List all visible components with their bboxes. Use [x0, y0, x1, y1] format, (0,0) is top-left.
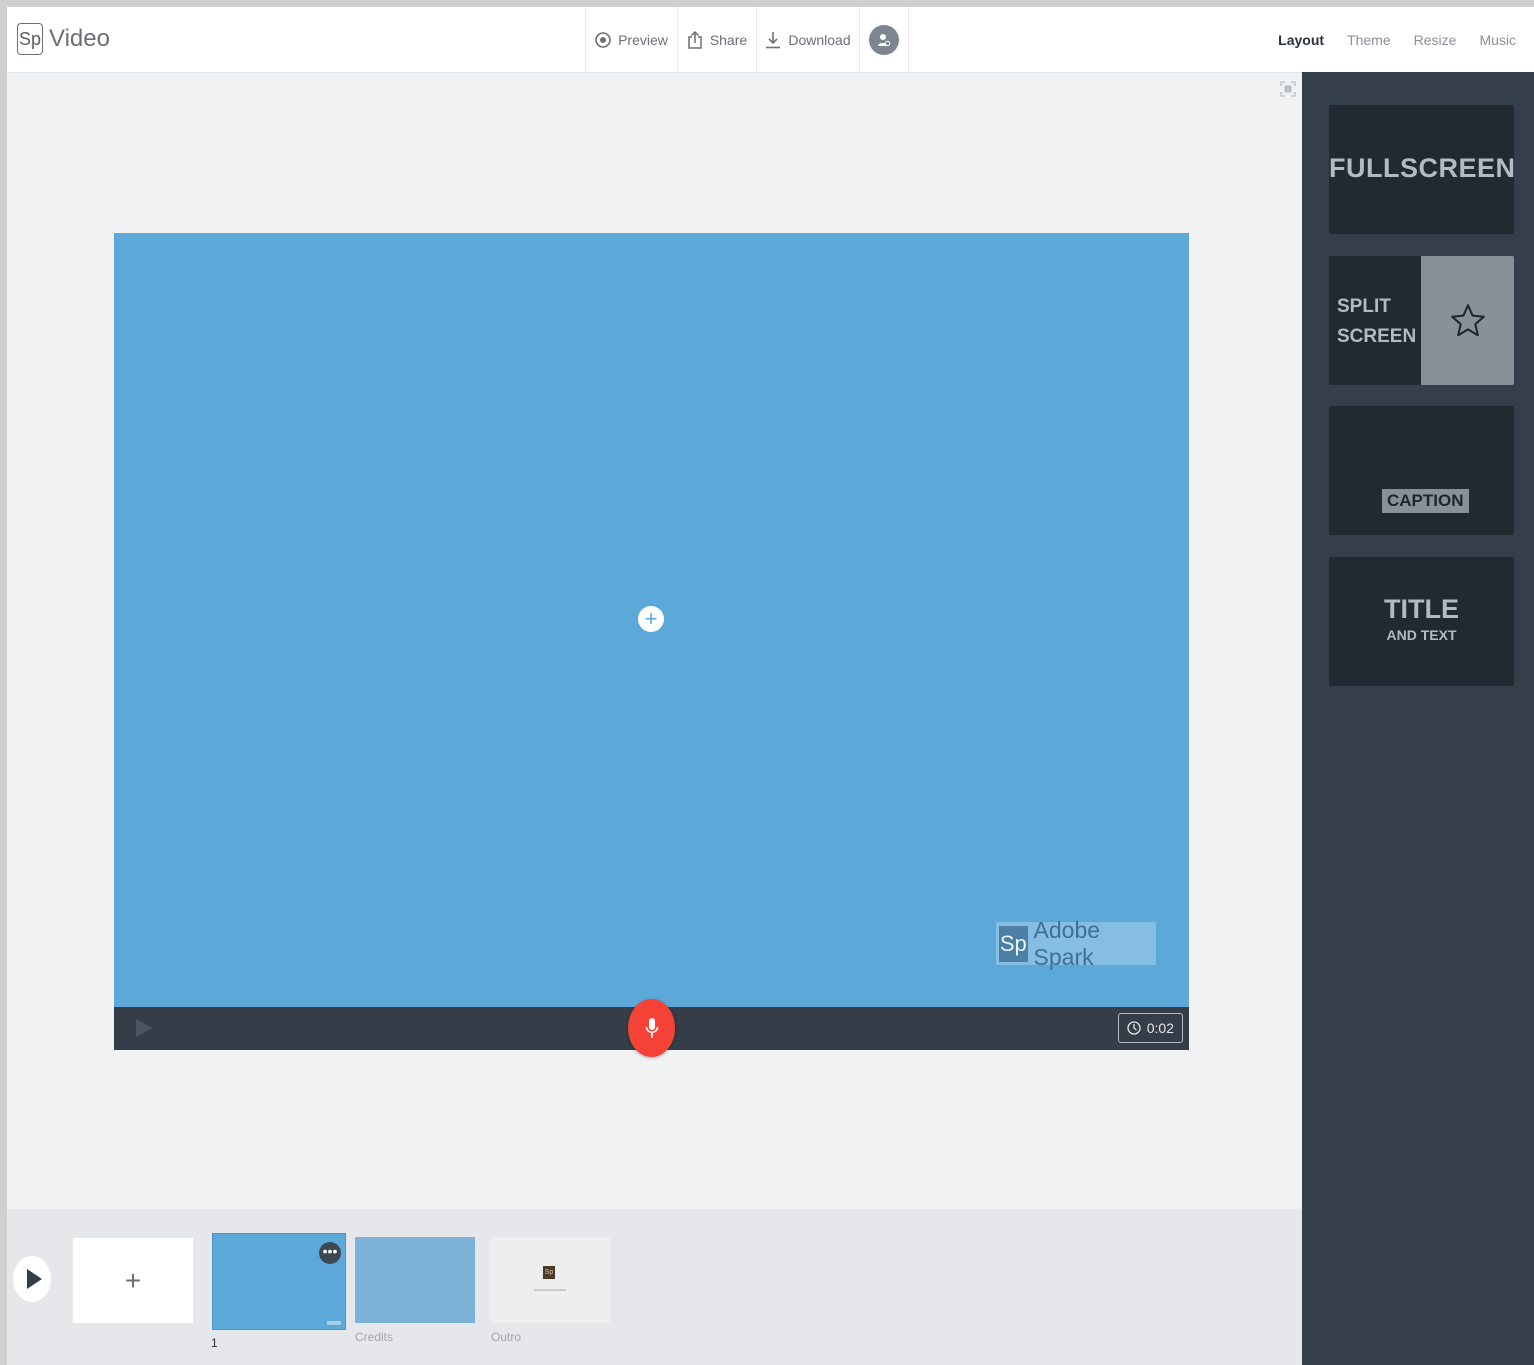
outro-label: Outro	[491, 1330, 522, 1344]
layout-fullscreen[interactable]: FULLSCREEN	[1329, 105, 1514, 234]
outro-text-placeholder	[534, 1289, 566, 1291]
play-slide-icon[interactable]	[136, 1019, 152, 1037]
play-all-button[interactable]	[13, 1256, 51, 1302]
share-icon	[688, 30, 702, 49]
thumbnail-watermark	[327, 1321, 341, 1325]
spark-logo-icon: Sp	[17, 23, 43, 55]
playback-bar: 0:02	[114, 999, 1189, 1057]
slide-thumbnail-1[interactable]: •••	[212, 1233, 346, 1330]
slide-thumbnail-credits[interactable]	[355, 1237, 475, 1323]
title-label: TITLE	[1384, 594, 1459, 624]
spark-mini-logo-icon: Sp	[543, 1266, 555, 1279]
slide-canvas[interactable]: + Sp Adobe Spark	[114, 233, 1189, 1007]
app-logo[interactable]: Sp Video	[17, 23, 110, 55]
star-icon	[1450, 303, 1485, 336]
share-label: Share	[709, 31, 748, 48]
top-bar: Sp Video Preview Share Download Layout T…	[7, 7, 1534, 73]
account-button[interactable]	[859, 7, 909, 72]
split-text-area: SPLIT SCREEN	[1329, 256, 1421, 385]
clock-icon	[1127, 1021, 1141, 1035]
tab-resize[interactable]: Resize	[1414, 32, 1457, 48]
layout-title-and-text[interactable]: TITLE AND TEXT	[1329, 557, 1514, 686]
app-window: Sp Video Preview Share Download Layout T…	[7, 7, 1534, 1365]
split-screen-label: SPLIT SCREEN	[1337, 292, 1416, 352]
split-media-area	[1421, 256, 1514, 385]
layout-split-screen[interactable]: SPLIT SCREEN	[1329, 256, 1514, 385]
split-label-line2: SCREEN	[1337, 326, 1417, 347]
slide-number-label: 1	[211, 1336, 218, 1350]
eye-icon	[595, 31, 611, 48]
more-options-icon[interactable]: •••	[319, 1242, 341, 1264]
slide-duration-button[interactable]: 0:02	[1117, 1013, 1183, 1043]
download-icon	[766, 31, 781, 48]
filmstrip: + ••• 1 Credits Sp Outro	[7, 1209, 1302, 1365]
adobe-spark-watermark[interactable]: Sp Adobe Spark	[996, 917, 1156, 970]
layout-panel: FULLSCREEN SPLIT SCREEN CAPTION TITLE AN…	[1302, 72, 1534, 1365]
expand-icon[interactable]	[1280, 81, 1296, 97]
add-slide-button[interactable]: +	[73, 1238, 193, 1323]
preview-label: Preview	[618, 31, 668, 48]
title-subtext-label: AND TEXT	[1386, 627, 1457, 643]
tab-music[interactable]: Music	[1479, 32, 1516, 48]
tab-layout[interactable]: Layout	[1278, 32, 1324, 48]
tab-theme[interactable]: Theme	[1347, 32, 1391, 48]
fullscreen-label: FULLSCREEN	[1329, 153, 1514, 183]
watermark-text: Adobe Spark	[1033, 916, 1101, 970]
spark-watermark-icon: Sp	[999, 925, 1028, 962]
record-voice-button[interactable]	[628, 999, 675, 1057]
play-icon	[26, 1269, 42, 1289]
slide-thumbnail-outro[interactable]: Sp	[490, 1237, 610, 1323]
credits-label: Credits	[355, 1330, 394, 1344]
share-button[interactable]: Share	[677, 7, 756, 72]
download-button[interactable]: Download	[756, 7, 859, 72]
microphone-icon	[645, 1018, 658, 1038]
user-avatar-icon	[869, 24, 899, 55]
layout-caption[interactable]: CAPTION	[1329, 406, 1514, 535]
app-title: Video	[49, 25, 110, 52]
video-stage: + Sp Adobe Spark 0:02	[114, 233, 1189, 1057]
duration-value: 0:02	[1146, 1020, 1174, 1036]
add-media-button[interactable]: +	[638, 606, 664, 632]
preview-button[interactable]: Preview	[585, 7, 677, 72]
caption-label: CAPTION	[1382, 489, 1469, 513]
download-label: Download	[788, 31, 851, 48]
panel-tabs: Layout Theme Resize Music	[1278, 7, 1516, 72]
split-label-line1: SPLIT	[1337, 296, 1391, 317]
